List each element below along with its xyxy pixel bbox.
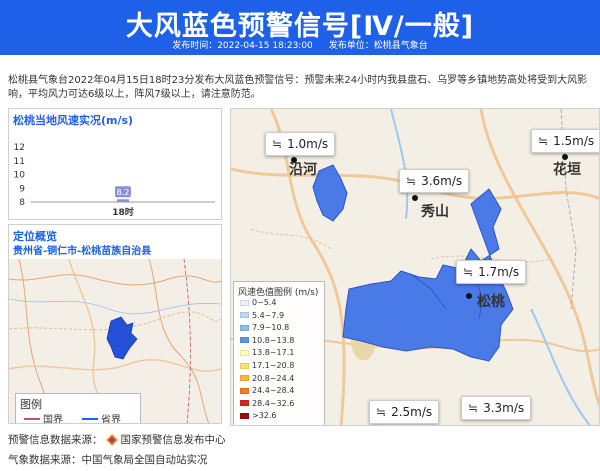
wind-tag-value: 1.0m/s — [287, 137, 329, 151]
wind-speed-legend-swatch — [240, 337, 249, 344]
y-tick-label: 12 — [14, 143, 25, 153]
legend-province-border-label: 省界 — [101, 415, 121, 424]
wind-speed-legend-label: 28.4~32.6 — [252, 398, 295, 408]
wind-tag-value: 1.5m/s — [553, 134, 595, 148]
legend-national-border: 国界 — [24, 411, 63, 424]
wind-tag-value: 1.7m/s — [478, 265, 520, 279]
detail-map[interactable]: 沿河 秀山 松桃 花垣 ≒ 1.0m/s ≒ 1.5m/s ≒ 3.6m/s ≒ 1.7… — [230, 108, 600, 426]
nmc-logo-icon — [105, 433, 118, 446]
weather-source: 气象数据来源：中国气象局全国自动站实况 — [8, 454, 208, 466]
wind-speed-legend-label: 24.4~28.4 — [252, 386, 295, 396]
wind-tag-value: 3.3m/s — [483, 401, 525, 415]
wind-speed-legend-swatch — [240, 387, 249, 394]
wind-speed-legend-item: 28.4~32.6 — [240, 399, 294, 408]
wind-icon: ≒ — [272, 137, 283, 151]
wind-tag-south[interactable]: ≒ 3.3m/s — [461, 396, 532, 420]
city-huayuan-dot — [562, 154, 568, 160]
wind-speed-legend: 风速色值图例 (m/s) 0~5.4 5.4~7.9 7.9~10.8 10.8~13… — [233, 281, 325, 425]
wind-speed-legend-swatch — [240, 299, 249, 306]
province-border-swatch — [82, 417, 98, 420]
wind-speed-legend-label: >32.6 — [252, 411, 277, 421]
wind-speed-legend-label: 0~5.4 — [252, 298, 277, 307]
wind-speed-legend-label: 10.8~13.8 — [252, 335, 295, 345]
legend-national-border-label: 国界 — [43, 415, 63, 424]
city-xiushan-dot — [412, 195, 418, 201]
warning-meta: 发布时间：2022-04-15 18:23:00 发布单位：松桃县气象台 — [0, 38, 600, 51]
wind-speed-legend-swatch — [240, 375, 249, 382]
wind-speed-legend-item: 17.1~20.8 — [240, 361, 294, 370]
wind-speed-chart: 8 9 10 11 12 8.2 18时 — [14, 143, 215, 218]
wind-tag-value: 3.6m/s — [421, 174, 463, 188]
wind-icon: ≒ — [463, 265, 474, 279]
wind-icon: ≒ — [538, 134, 549, 148]
wind-icon: ≒ — [406, 174, 417, 188]
wind-icon: ≒ — [468, 401, 479, 415]
y-tick-label: 9 — [19, 184, 25, 194]
location-legend: 图例 国界 省界 — [15, 393, 141, 424]
wind-speed-legend-label: 13.8~17.1 — [252, 348, 295, 358]
warning-source-line: 预警信息数据来源： 国家预警信息发布中心 — [8, 432, 226, 447]
wind-speed-legend-swatch — [240, 362, 249, 369]
location-legend-title: 图例 — [20, 398, 42, 411]
publish-time: 发布时间：2022-04-15 18:23:00 — [172, 41, 313, 51]
wind-tag-value: 2.5m/s — [391, 405, 433, 419]
wind-speed-chart-panel: 松桃当地风速实况(m/s) 8 9 10 11 12 8.2 18时 — [8, 108, 222, 220]
warning-description: 松桃县气象台2022年04月15日18时23分发布大风蓝色预警信号：预警未来24… — [8, 75, 588, 100]
city-songtao: 松桃 — [477, 294, 505, 310]
wind-speed-legend-swatch — [240, 412, 249, 419]
wind-speed-legend-label: 20.8~24.4 — [252, 373, 295, 383]
wind-speed-legend-swatch — [240, 312, 249, 319]
wind-speed-legend-item: 7.9~10.8 — [240, 323, 289, 332]
wind-speed-legend-item: 0~5.4 — [240, 298, 277, 307]
wind-speed-legend-swatch — [240, 400, 249, 407]
wind-speed-legend-item: 10.8~13.8 — [240, 336, 294, 345]
warning-banner: 大风蓝色预警信号[Ⅳ/一般] 发布时间：2022-04-15 18:23:00 发… — [0, 0, 600, 55]
wind-speed-legend-item: 20.8~24.4 — [240, 374, 294, 383]
y-tick-label: 11 — [14, 157, 25, 167]
city-yanhe-dot — [291, 157, 297, 163]
wind-speed-legend-item: 5.4~7.9 — [240, 311, 284, 320]
wind-speed-legend-swatch — [240, 324, 249, 331]
legend-province-border: 省界 — [82, 411, 121, 424]
weather-source-line: 气象数据来源：中国气象局全国自动站实况 — [8, 452, 208, 467]
wind-speed-legend-title: 风速色值图例 (m/s) — [238, 288, 319, 298]
wind-tag-xiushan[interactable]: ≒ 3.6m/s — [399, 169, 470, 193]
warning-source-label: 预警信息数据来源： — [8, 434, 103, 446]
bar-data-label: 8.2 — [117, 188, 130, 197]
wind-icon: ≒ — [376, 405, 387, 419]
wind-speed-legend-item: 13.8~17.1 — [240, 348, 294, 357]
location-region: 贵州省-铜仁市-松桃苗族自治县 — [13, 246, 152, 257]
wind-speed-bar — [117, 199, 129, 202]
wind-tag-yanhe[interactable]: ≒ 1.0m/s — [265, 132, 336, 156]
wind-speed-legend-item: >32.6 — [240, 411, 277, 420]
city-songtao-dot — [466, 293, 472, 299]
wind-speed-legend-swatch — [240, 349, 249, 356]
wind-tag-huayuan[interactable]: ≒ 1.5m/s — [531, 129, 599, 153]
wind-speed-legend-label: 7.9~10.8 — [252, 323, 290, 333]
y-tick-label: 10 — [14, 171, 26, 181]
location-overview-panel: 定位概览 贵州省-铜仁市-松桃苗族自治县 图例 国界 省界 — [8, 224, 222, 424]
wind-tag-songtao[interactable]: ≒ 1.7m/s — [456, 260, 527, 284]
wind-speed-legend-label: 17.1~20.8 — [252, 361, 295, 370]
city-xiushan: 秀山 — [421, 204, 449, 220]
y-tick-label: 8 — [19, 198, 25, 208]
city-huayuan: 花垣 — [553, 162, 581, 178]
publish-unit: 发布单位：松桃县气象台 — [328, 41, 428, 51]
warning-source-name[interactable]: 国家预警信息发布中心 — [121, 432, 226, 447]
x-category-label: 18时 — [112, 206, 134, 218]
wind-speed-legend-label: 5.4~7.9 — [252, 310, 285, 320]
wind-speed-legend-item: 24.4~28.4 — [240, 386, 294, 395]
wind-tag-southwest[interactable]: ≒ 2.5m/s — [369, 400, 440, 424]
national-border-swatch — [24, 417, 40, 420]
